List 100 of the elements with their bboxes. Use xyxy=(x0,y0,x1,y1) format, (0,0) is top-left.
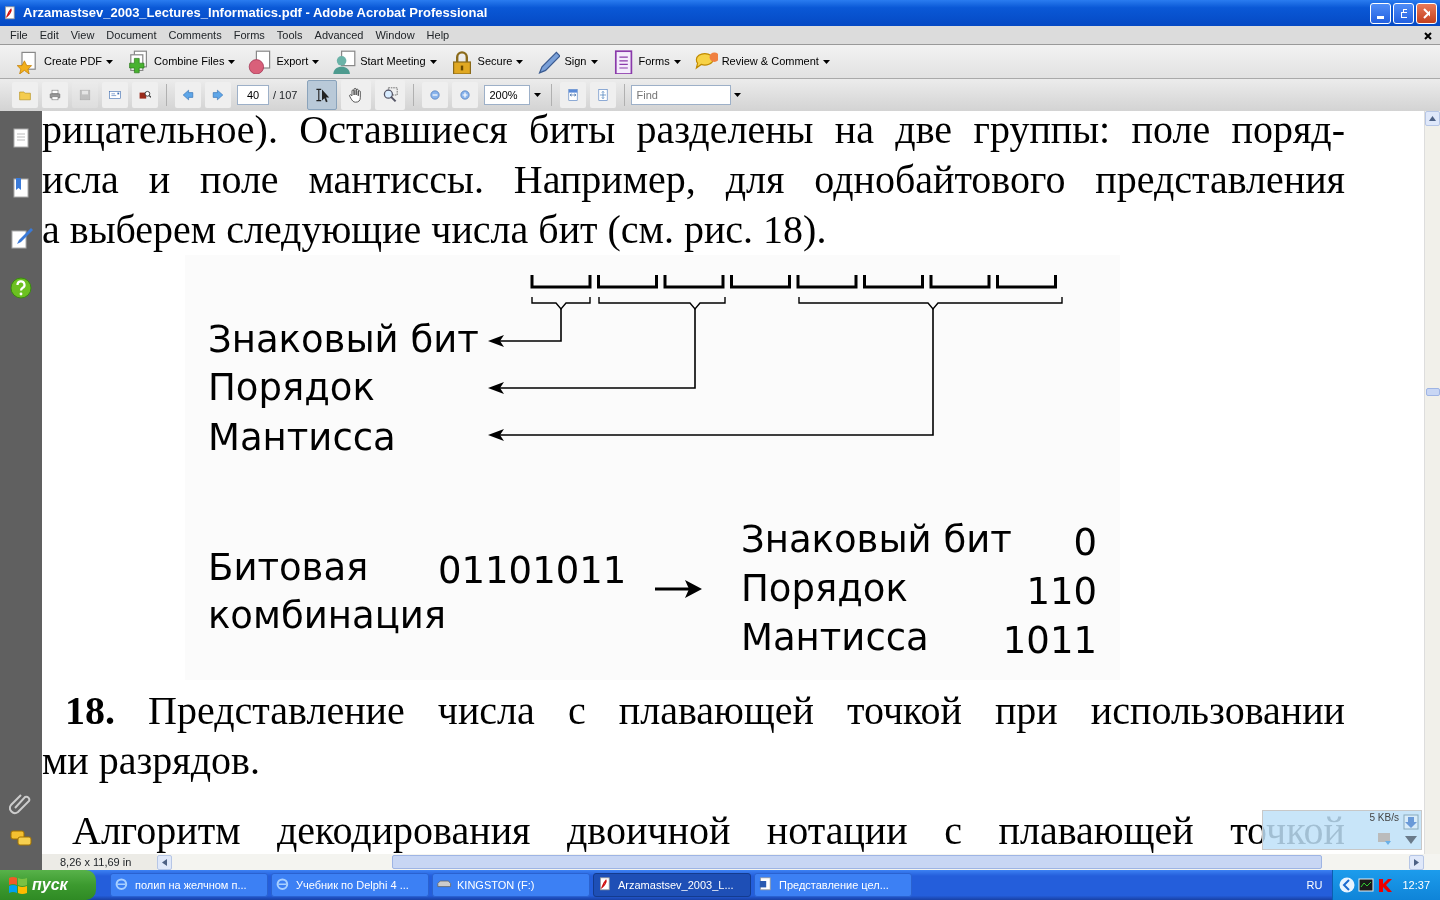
scrollbar-thumb[interactable] xyxy=(1425,388,1440,396)
close-button[interactable] xyxy=(1416,2,1437,24)
caret-icon xyxy=(590,59,598,64)
field-value: 110 xyxy=(1026,570,1097,613)
text-line: ми разрядов. xyxy=(42,737,261,785)
hand-tool[interactable] xyxy=(341,80,372,110)
zoom-tool[interactable] xyxy=(375,80,406,110)
taskbar-button[interactable]: полип на желчном п... xyxy=(110,873,268,897)
bit-slot xyxy=(597,275,658,289)
text-line: рицательное). Оставшиеся биты разделены на две группы: поле поряд- xyxy=(42,111,1345,154)
menu-item[interactable]: Document xyxy=(100,26,163,44)
page-size-label: 8,26 x 11,69 in xyxy=(42,854,157,870)
toolbar-button[interactable]: Create PDF xyxy=(12,46,118,77)
bit-slot xyxy=(530,275,592,289)
right-arrow xyxy=(655,580,702,598)
help-icon[interactable] xyxy=(9,276,33,300)
toolbar-button[interactable]: Review & Comment xyxy=(689,46,834,77)
bit-slot xyxy=(996,275,1057,289)
field-value: 0 xyxy=(1073,521,1097,564)
start-button[interactable]: пуск xyxy=(0,870,96,900)
field-name: Знаковый бит xyxy=(741,518,1012,561)
scroll-up-button[interactable] xyxy=(1425,111,1440,126)
print-button[interactable] xyxy=(42,82,68,108)
menu-item[interactable]: Help xyxy=(420,26,456,44)
bit-slot xyxy=(796,275,858,289)
menu-item[interactable]: View xyxy=(64,26,101,44)
next-page-button[interactable] xyxy=(205,82,231,108)
menu-item[interactable]: Tools xyxy=(270,26,309,44)
toolbar-button[interactable]: Combine Files xyxy=(122,46,240,77)
taskbar-button[interactable]: KINGSTON (F:) xyxy=(432,873,590,897)
caret-icon xyxy=(106,59,114,64)
bit-slot xyxy=(663,275,725,289)
toolbar-button[interactable]: Sign xyxy=(532,46,602,77)
up-arrow-icon xyxy=(1429,116,1436,121)
dropdown-caret-icon[interactable] xyxy=(734,93,742,97)
taskbar-button[interactable]: Представление цел... xyxy=(754,873,912,897)
menu-item[interactable]: Comments xyxy=(162,26,228,44)
toolbar-button[interactable]: Secure xyxy=(445,46,528,77)
field-name: Порядок xyxy=(741,567,908,610)
text-line: а выберем следующие числа бит (см. рис. 18). xyxy=(42,206,828,254)
text-line: 18. Представление числа с плавающей точкой при использовании xyxy=(65,687,1345,735)
field-label: Порядок xyxy=(208,366,375,409)
close-icon xyxy=(1423,7,1430,19)
minimize-button[interactable] xyxy=(1370,2,1391,24)
restore-icon xyxy=(1400,7,1407,19)
document-arrow-icon xyxy=(248,49,273,74)
find-field[interactable]: Find xyxy=(631,85,732,105)
monitor-icon[interactable] xyxy=(1358,878,1375,892)
caret-icon xyxy=(734,93,742,97)
menu-item[interactable]: File xyxy=(4,26,34,44)
minimize-icon xyxy=(1377,15,1384,19)
caret-icon xyxy=(534,93,542,97)
pen-icon[interactable] xyxy=(9,226,33,250)
field-label: Мантисса xyxy=(208,416,396,459)
caret-icon xyxy=(228,59,236,64)
menu-item[interactable]: Window xyxy=(369,26,421,44)
browse-button[interactable] xyxy=(132,82,158,108)
toolbar-button[interactable]: Start Meeting xyxy=(328,46,441,77)
scroll-left-button[interactable] xyxy=(157,854,172,870)
bit-slot xyxy=(929,275,991,289)
scrollbar-thumb[interactable] xyxy=(392,855,1322,869)
page-number-field[interactable]: 40 xyxy=(237,85,269,105)
taskbar-button[interactable]: Учебник по Delphi 4 ... xyxy=(271,873,429,897)
window-title: Arzamastsev_2003_Lectures_Informatics.pdf - Adobe Acrobat Professional xyxy=(23,4,488,23)
windows-logo-icon xyxy=(8,876,28,894)
toolbar-button[interactable]: Forms xyxy=(606,46,685,77)
field-name: Мантисса xyxy=(741,616,929,659)
paperclip-icon[interactable] xyxy=(9,791,33,815)
dropdown-caret-icon[interactable] xyxy=(534,93,542,97)
restore-button[interactable] xyxy=(1393,2,1414,24)
field-value: 1011 xyxy=(1002,619,1097,662)
caret-icon xyxy=(822,59,830,64)
toolbar-button[interactable]: Export xyxy=(244,46,324,77)
speed-label: 5 KB/s xyxy=(1369,812,1399,824)
field-label: Знаковый бит xyxy=(208,318,479,361)
previous-page-button[interactable] xyxy=(175,82,201,108)
pen-icon xyxy=(536,49,561,74)
caret-icon xyxy=(429,59,437,64)
example-label: комбинация xyxy=(208,594,447,637)
bit-slot xyxy=(863,275,924,289)
menu-item[interactable]: Forms xyxy=(227,26,271,44)
language-indicator[interactable]: RU xyxy=(1306,876,1323,894)
bit-slot xyxy=(730,275,791,289)
menu-item[interactable]: Advanced xyxy=(308,26,370,44)
menu-item[interactable]: Edit xyxy=(33,26,65,44)
caret-icon xyxy=(516,59,524,64)
select-tool[interactable] xyxy=(307,80,338,110)
brace xyxy=(531,296,591,311)
scroll-right-button[interactable] xyxy=(1409,854,1424,870)
fit-width-button[interactable] xyxy=(560,82,587,108)
zoom-field[interactable]: 200% xyxy=(484,85,531,105)
left-arrow-icon xyxy=(162,858,167,866)
example-label: Битовая xyxy=(208,546,369,589)
expand-tray-icon[interactable] xyxy=(1339,877,1356,893)
clock: 12:37 xyxy=(1402,877,1430,893)
taskbar-button[interactable]: Arzamastsev_2003_L... xyxy=(593,873,751,897)
caret-icon xyxy=(673,59,681,64)
page-count: / 107 xyxy=(273,87,298,103)
right-arrow-icon xyxy=(1414,858,1419,866)
caret-icon xyxy=(312,59,320,64)
